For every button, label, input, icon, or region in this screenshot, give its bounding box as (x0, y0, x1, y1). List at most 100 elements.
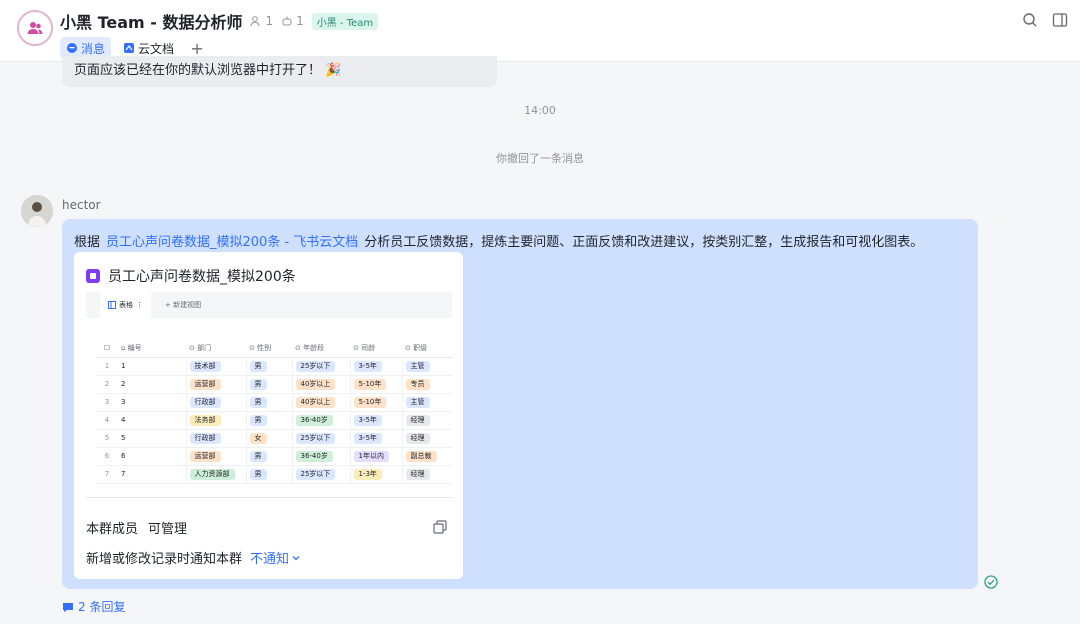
members-permission: 可管理 (148, 522, 188, 537)
cell-level: 经理 (401, 429, 452, 448)
cell-gender: 男 (245, 465, 292, 484)
cell-age: 25岁以下 (291, 429, 350, 448)
col-level: ⊙ 职级 (402, 340, 452, 358)
col-dept-label: 部门 (197, 344, 212, 353)
level-pill: 经理 (405, 414, 430, 426)
gender-pill: 男 (249, 468, 267, 480)
previous-message-text: 页面应该已经在你的默认浏览器中打开了！ 🎉 (74, 59, 341, 78)
tenure-pill: 3-5年 (353, 360, 382, 372)
row-index: 7 (96, 465, 118, 484)
table-row: 7 7 人力资源部 男 25岁以下 1-3年 经理 (96, 465, 452, 484)
members-count-value: 1 (265, 14, 274, 28)
cell-id: 5 (118, 429, 186, 448)
replies-link[interactable]: 2 条回复 (62, 598, 125, 615)
doc-card[interactable]: 员工心声问卷数据_模拟200条 表格 ⋮ + 新建视图 ☐ ⌂ 编号 ⊙ 部门 … (74, 252, 463, 579)
bots-count-value: 1 (296, 14, 304, 28)
preview-new-view: + 新建视图 (165, 300, 201, 310)
gender-pill: 男 (249, 396, 267, 408)
dept-pill: 法务部 (189, 414, 221, 426)
cell-tenure: 3-5年 (349, 429, 402, 448)
cell-gender: 男 (245, 447, 292, 466)
message-bubble[interactable]: 根据 员工心声问卷数据_模拟200条 - 飞书云文档 分析员工反馈数据，提炼主要问题… (62, 219, 978, 589)
col-age-label: 年龄段 (303, 344, 325, 353)
copy-icon[interactable] (433, 520, 447, 534)
cell-tenure: 5-10年 (349, 393, 402, 412)
option-icon: ⊙ (405, 344, 414, 353)
cell-level: 主管 (401, 357, 452, 376)
grid-icon (108, 301, 116, 309)
tenure-pill: 3-5年 (353, 414, 382, 426)
col-id-label: 编号 (127, 344, 142, 353)
chevron-down-icon (292, 555, 300, 560)
group-title[interactable]: 小黑 Team - 数据分析师 (60, 9, 242, 33)
cell-age: 36-40岁 (291, 411, 350, 430)
card-title: 员工心声问卷数据_模拟200条 (108, 269, 296, 285)
sender-name[interactable]: hector (62, 198, 101, 212)
cell-gender: 男 (245, 411, 292, 430)
col-id: ⌂ 编号 (118, 340, 186, 358)
cell-dept: 法务部 (185, 411, 246, 430)
table-row: 4 4 法务部 男 36-40岁 3-5年 经理 (96, 411, 452, 430)
time-divider: 14:00 (524, 104, 556, 117)
base-icon (86, 269, 100, 283)
age-pill: 25岁以下 (295, 432, 336, 444)
members-count[interactable]: 1 (250, 14, 273, 28)
table-row: 2 2 运营部 男 40岁以上 5-10年 专员 (96, 375, 452, 394)
level-pill: 副总裁 (405, 450, 437, 462)
preview-new-view-label: 新建视图 (173, 301, 202, 309)
cell-dept: 行政部 (185, 393, 246, 412)
bot-icon (282, 16, 292, 26)
add-tab-button[interactable]: + (186, 39, 208, 58)
col-level-label: 职级 (413, 344, 428, 353)
level-pill: 经理 (405, 468, 430, 480)
gender-pill: 男 (249, 414, 267, 426)
cell-gender: 女 (245, 429, 292, 448)
read-status-icon (984, 575, 998, 589)
cell-gender: 男 (245, 357, 292, 376)
search-icon[interactable] (1022, 12, 1038, 28)
doc-link[interactable]: 员工心声问卷数据_模拟200条 - 飞书云文档 (106, 235, 358, 250)
cell-age: 25岁以下 (291, 465, 350, 484)
doc-icon (124, 43, 135, 53)
col-age: ⊙ 年龄段 (292, 340, 350, 358)
cell-id: 3 (118, 393, 186, 412)
cell-dept: 运营部 (185, 375, 246, 394)
cell-dept: 技术部 (185, 357, 246, 376)
table-row: 3 3 行政部 男 40岁以上 5-10年 主管 (96, 393, 452, 412)
col-tenure-label: 司龄 (361, 344, 376, 353)
dept-pill: 人力资源部 (189, 468, 235, 480)
tenure-pill: 3-5年 (353, 432, 382, 444)
cell-level: 专员 (401, 375, 452, 394)
previous-message-content: 页面应该已经在你的默认浏览器中打开了！ (74, 63, 322, 78)
row-index: 5 (96, 429, 118, 448)
cell-gender: 男 (245, 393, 292, 412)
bots-count[interactable]: 1 (281, 14, 304, 28)
sender-avatar[interactable] (21, 195, 53, 227)
group-avatar[interactable] (17, 10, 53, 46)
cell-id: 1 (118, 357, 186, 376)
col-gender: ⊙ 性别 (246, 340, 292, 358)
gender-pill: 男 (249, 378, 267, 390)
table-row: 1 1 技术部 男 25岁以下 3-5年 主管 (96, 357, 452, 376)
team-tag: 小黑 - Team (311, 12, 379, 30)
cell-age: 40岁以上 (291, 375, 350, 394)
previous-message-bubble[interactable]: 页面应该已经在你的默认浏览器中打开了！ 🎉 (62, 56, 497, 87)
age-pill: 40岁以上 (295, 378, 336, 390)
cell-dept: 行政部 (185, 429, 246, 448)
table-preview[interactable]: 表格 ⋮ + 新建视图 ☐ ⌂ 编号 ⊙ 部门 ⊙ 性别 ⊙ 年龄段 ⊙ 司龄 … (86, 292, 452, 498)
age-pill: 25岁以下 (295, 360, 336, 372)
tab-docs-label: 云文档 (138, 41, 175, 56)
dept-pill: 行政部 (189, 432, 221, 444)
preview-table: ☐ ⌂ 编号 ⊙ 部门 ⊙ 性别 ⊙ 年龄段 ⊙ 司龄 ⊙ 职级 1 1 技术部 (96, 340, 452, 484)
cell-age: 40岁以上 (291, 393, 350, 412)
dept-pill: 行政部 (189, 396, 221, 408)
tenure-pill: 1-3年 (353, 468, 382, 480)
cell-age: 36-40岁 (291, 447, 350, 466)
sidebar-icon[interactable] (1052, 12, 1068, 28)
replies-label: 2 条回复 (78, 600, 126, 614)
gender-pill: 男 (249, 360, 267, 372)
notify-dropdown[interactable]: 不通知 (250, 548, 301, 567)
cell-id: 2 (118, 375, 186, 394)
col-dept: ⊙ 部门 (186, 340, 246, 358)
cell-level: 主管 (401, 393, 452, 412)
